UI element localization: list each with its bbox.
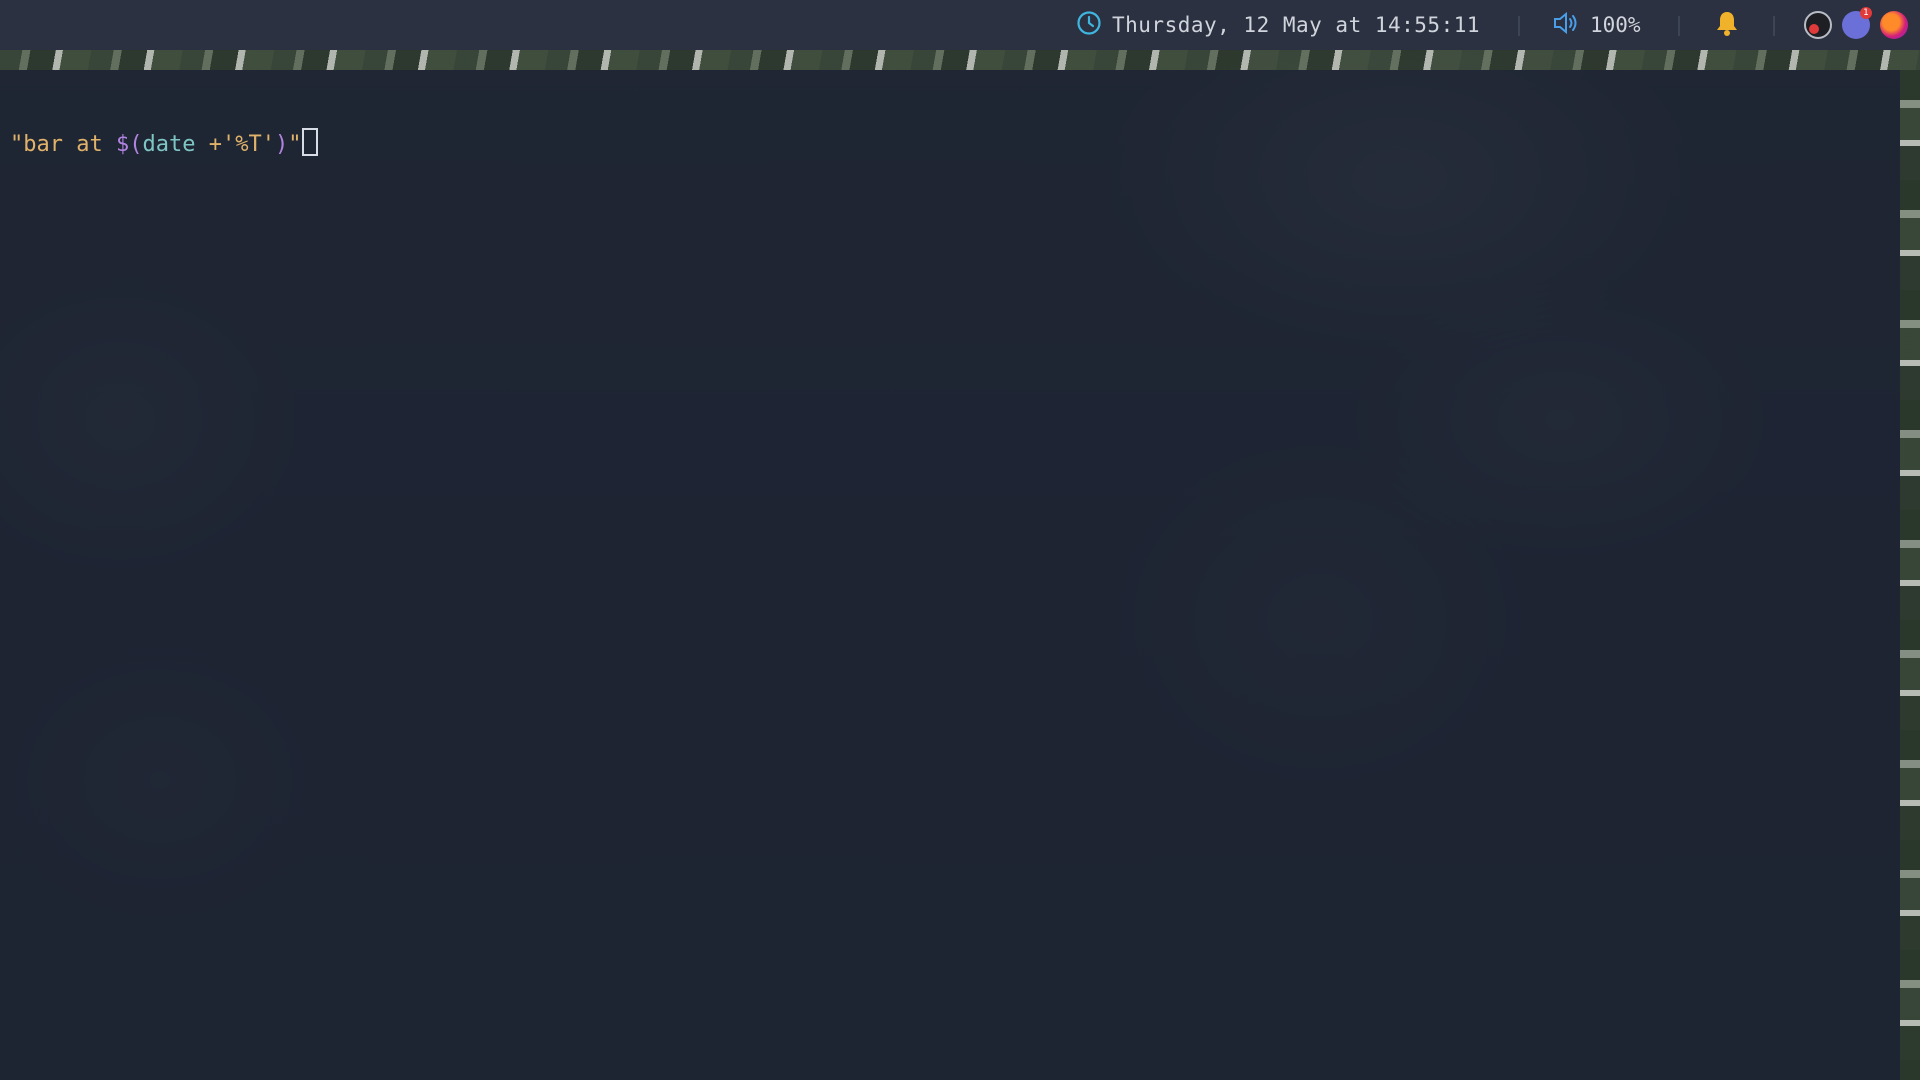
volume-text: 100% bbox=[1590, 13, 1641, 37]
wallpaper-strip bbox=[0, 50, 1920, 70]
subshell-start-token: $( bbox=[115, 132, 143, 157]
terminal-command-line[interactable]: "bar at $(date +'%T')" bbox=[10, 128, 319, 157]
bar-separator bbox=[1678, 16, 1680, 36]
notification-module[interactable] bbox=[1713, 0, 1741, 50]
bell-icon bbox=[1713, 9, 1741, 42]
subshell-end-token: ) bbox=[274, 132, 289, 157]
text-cursor bbox=[302, 128, 319, 156]
bar-separator bbox=[1773, 16, 1775, 36]
clock-module[interactable]: Thursday, 12 May at 14:55:11 bbox=[1076, 0, 1480, 50]
firefox-icon[interactable] bbox=[1880, 11, 1908, 39]
wallpaper-edge bbox=[1900, 70, 1920, 1080]
string-token: "bar at bbox=[10, 132, 116, 157]
clock-text: Thursday, 12 May at 14:55:11 bbox=[1112, 13, 1481, 37]
system-tray: 1 bbox=[1804, 0, 1908, 50]
status-bar: Thursday, 12 May at 14:55:11 100% 1 bbox=[0, 0, 1920, 50]
command-token: date bbox=[142, 132, 196, 157]
bar-separator bbox=[1518, 16, 1520, 36]
notification-badge: 1 bbox=[1860, 7, 1872, 19]
format-token: '%T' bbox=[221, 132, 275, 157]
argument-token: + bbox=[195, 132, 222, 157]
close-quote-token: " bbox=[288, 132, 302, 157]
chat-app-icon[interactable]: 1 bbox=[1842, 7, 1872, 39]
speaker-icon bbox=[1552, 10, 1580, 41]
clock-icon bbox=[1076, 10, 1102, 41]
terminal-window[interactable] bbox=[0, 70, 1900, 1080]
volume-module[interactable]: 100% bbox=[1552, 0, 1641, 50]
tray-app-icon[interactable] bbox=[1804, 11, 1832, 39]
